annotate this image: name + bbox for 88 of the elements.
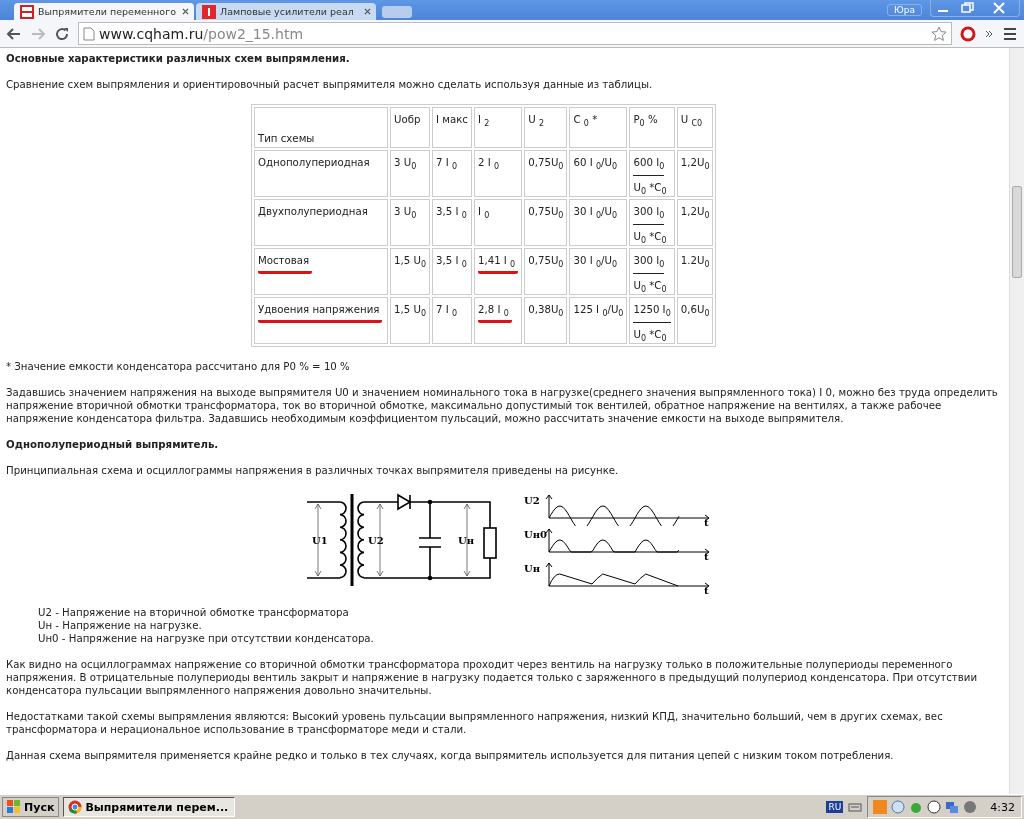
table-cell: 30 I $_{0}$/U$_{0}$	[573, 205, 617, 218]
table-cell: 0,75U$_{0}$	[528, 205, 564, 218]
taskbar-task[interactable]: Выпрямители перем...	[63, 797, 236, 817]
voltage-label: U1	[312, 535, 328, 546]
table-cell: 7 I $_{0}$	[436, 303, 458, 316]
bookmark-star-icon[interactable]	[931, 25, 947, 42]
table-cell: Двухполупериодная	[258, 205, 368, 218]
forward-icon[interactable]	[30, 25, 46, 42]
table-cell: Удвоения напряжения	[258, 303, 383, 323]
language-indicator[interactable]: RU	[826, 801, 844, 813]
table-cell: 2,8 I $_{0}$	[477, 303, 512, 323]
table-cell: 3 U$_{0}$	[394, 156, 417, 169]
reload-icon[interactable]	[54, 25, 70, 42]
table-cell: 0,38U$_{0}$	[528, 303, 564, 316]
table-cell: 1,2U$_{0}$	[680, 205, 710, 218]
table-cell: 2 I $_{0}$	[477, 156, 499, 169]
column-header: U $_{C0}$	[680, 113, 703, 126]
tray-app-icon[interactable]	[926, 799, 943, 815]
axis-label: t	[704, 517, 709, 526]
browser-tab[interactable]: Ламповые усилители реал	[196, 3, 376, 20]
scrollbar[interactable]	[1009, 48, 1024, 794]
column-header: P$_{0}$ %	[633, 113, 658, 126]
table-cell: 7 I $_{0}$	[436, 156, 458, 169]
table-cell: 3,5 I $_{0}$	[436, 205, 467, 218]
table-cell: 600 I$_{0}$	[633, 156, 665, 176]
table-cell: 1,5 U$_{0}$	[394, 303, 426, 316]
table-cell: 300 I$_{0}$	[633, 254, 665, 274]
address-field[interactable]: www.cqham.ru/pow2_15.htm	[78, 22, 952, 45]
table-cell: Мостовая	[258, 254, 313, 274]
column-header: U $_{2}$	[528, 113, 544, 126]
table-cell: U$_{0}$ *C$_{0}$	[633, 328, 667, 341]
paragraph: Данная схема выпрямителя применяется крайне редко и только в тех случаях, когда выпрямитель используется для питания цепей с низким током потребления.	[6, 749, 895, 762]
network-icon[interactable]	[944, 799, 961, 815]
table-cell: 3 U$_{0}$	[394, 205, 417, 218]
axis-label: Uн	[524, 563, 541, 574]
browser-icon	[68, 800, 83, 814]
table-cell: 125 I $_{0}$/U$_{0}$	[573, 303, 624, 316]
axis-label: t	[704, 585, 709, 594]
list-item: U2 - Напряжение на вторичной обмотке трансформатора	[38, 606, 350, 619]
paragraph: Сравнение схем выпрямления и ориентировочный расчет выпрямителя можно сделать используя данные из таблицы.	[6, 78, 654, 91]
list-item: Uн0 - Напряжение на нагрузке при отсутствии конденсатора.	[38, 632, 375, 645]
paragraph: Как видно на осциллограммах напряжение со вторичной обмотки трансформатора проходит через вентиль на нагрузку только в положительные полупериоды переменного напряжения. В отрицательные полупериоды вентиль закрыт и напряжение в нагрузку подается только с заряженного в предыдущий полупериод конденсатора. При отсутствии конденсатора пульсации выпрямленного напряжения довольно значительны.	[6, 658, 979, 697]
table-cell: 1,41 I $_{0}$	[477, 254, 519, 274]
browser-tab[interactable]: Выпрямители переменного	[14, 3, 194, 20]
table-cell: 1,2U$_{0}$	[680, 156, 710, 169]
table-cell: U$_{0}$ *C$_{0}$	[633, 181, 667, 194]
paragraph: Недостатками такой схемы выпрямления являются: Высокий уровень пульсации выпрямленного напряжения, низкий КПД, значительно больший, чем в других схемах, вес трансформатора и нерациональное использование в трансформаторе меди и стали.	[6, 710, 944, 736]
page-icon	[83, 26, 95, 41]
table-cell: 1,5 U$_{0}$	[394, 254, 426, 267]
close-tab-icon[interactable]	[182, 8, 189, 15]
table-cell: 0,6U$_{0}$	[680, 303, 710, 316]
table-cell: 60 I $_{0}$/U$_{0}$	[573, 156, 617, 169]
section-heading: Основные характеристики различных схем выпрямления.	[6, 52, 351, 65]
scrollbar-thumb[interactable]	[1012, 186, 1022, 278]
axis-label: t	[704, 551, 709, 560]
table-cell: 300 I$_{0}$	[633, 205, 665, 225]
table-cell: 1.2U$_{0}$	[680, 254, 710, 267]
section-heading: Однополупериодный выпрямитель.	[6, 438, 220, 451]
clock: 4:32	[990, 800, 1015, 814]
table-cell: I $_{0}$	[477, 205, 490, 218]
table-cell: Однополупериодная	[258, 156, 370, 169]
table-cell: 0,75U$_{0}$	[528, 254, 564, 267]
table-cell: 1250 I$_{0}$	[633, 303, 671, 323]
close-tab-icon[interactable]	[364, 8, 371, 15]
paragraph: Задавшись значением напряжения на выходе выпрямителя U0 и значением номинального тока в нагрузке(среднего значения выпрямленного тока) I 0, можно без труда определить напряжение вторичной обмотки трансформатора, ток во вторичной обмотке, максимально допустимый ток вентилей, обратное напряжение на вентилях, а также рабочее напряжение конденсатора фильтра. Задавшись необходимым коэффициентом пульсаций, можно рассчитать значение емкости на выходе выпрямителя.	[6, 386, 999, 425]
stop-sign-icon[interactable]	[960, 25, 976, 42]
voltage-label: Uн	[458, 535, 475, 546]
paragraph: Принципиальная схема и осциллограммы напряжения в различных точках выпрямителя приведены на рисунке.	[6, 464, 620, 477]
list-item: Uн - Напряжение на нагрузке.	[38, 619, 203, 632]
table-cell: 3,5 I $_{0}$	[436, 254, 467, 267]
back-icon[interactable]	[6, 25, 22, 42]
table-cell: U$_{0}$ *C$_{0}$	[633, 279, 667, 292]
paragraph: * Значение емкости конденсатора рассчитано для P0 % = 10 %	[6, 360, 351, 373]
axis-label: U2	[524, 495, 540, 506]
table-cell: U$_{0}$ *C$_{0}$	[633, 230, 667, 243]
table-cell: 30 I $_{0}$/U$_{0}$	[573, 254, 617, 267]
tray-app-icon[interactable]	[962, 799, 979, 815]
column-header: Uобр	[394, 113, 421, 126]
windows-logo-icon	[7, 800, 21, 814]
menu-icon[interactable]	[1002, 25, 1018, 42]
column-header: I $_{2}$	[477, 113, 490, 126]
table-cell: 0,75U$_{0}$	[528, 156, 564, 169]
column-header: Тип схемы	[258, 132, 315, 145]
start-button[interactable]: Пуск	[2, 797, 60, 817]
axis-label: Uн0	[524, 529, 547, 540]
voltage-label: U2	[368, 535, 384, 546]
column-header: I макс	[436, 113, 468, 126]
column-header: C $_{0}$ *	[573, 113, 598, 126]
